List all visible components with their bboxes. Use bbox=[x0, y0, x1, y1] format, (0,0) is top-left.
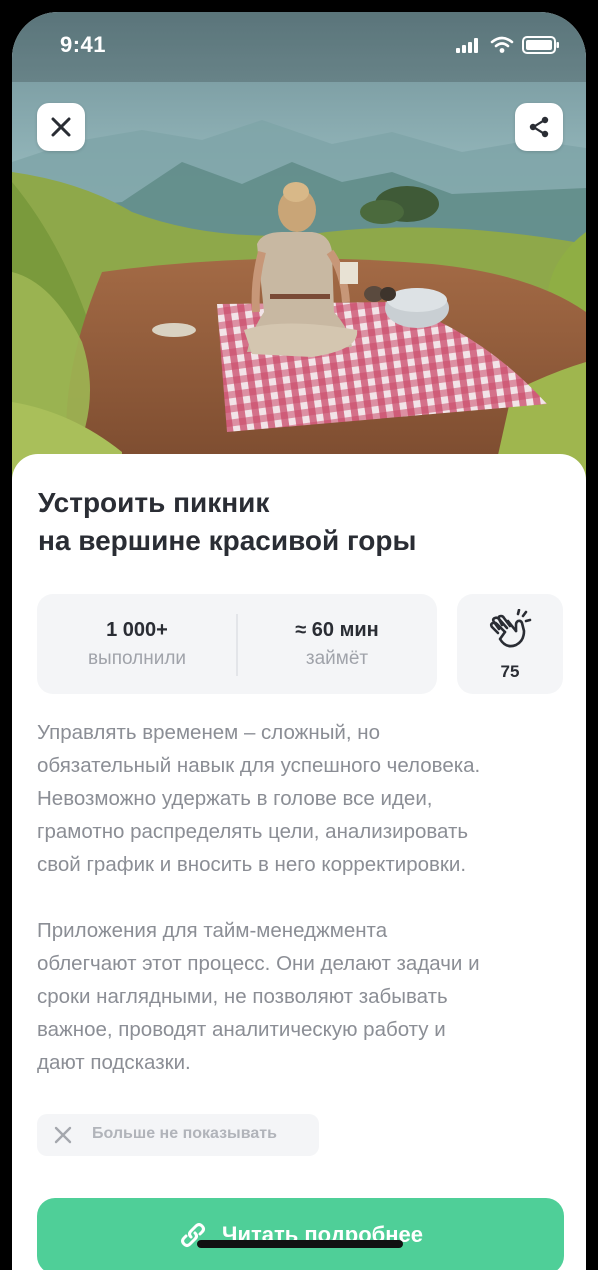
description-line: Приложения для тайм-менеджмента bbox=[37, 919, 388, 942]
claps-button[interactable]: 75 bbox=[457, 594, 563, 694]
description-line: сроки наглядными, не позволяют забывать bbox=[37, 985, 448, 1008]
status-icons bbox=[456, 36, 560, 54]
share-icon bbox=[529, 116, 549, 138]
stat-value: ≈ 60 мин bbox=[295, 619, 379, 641]
stat-value: 1 000+ bbox=[106, 619, 168, 641]
stats-panel: 1 000+ выполнили ≈ 60 мин займёт bbox=[37, 594, 437, 694]
description-line: свой график и вносить в него корректиров… bbox=[37, 853, 467, 876]
signal-icon bbox=[456, 38, 478, 53]
description-line: Управлять временем – сложный, но bbox=[37, 721, 380, 744]
dont-show-again-label: Больше не показывать bbox=[92, 1125, 277, 1142]
description: Управлять временем – сложный, но обязате… bbox=[37, 716, 567, 1079]
description-line: грамотно распределять цели, анализироват… bbox=[37, 820, 469, 843]
share-button[interactable] bbox=[515, 103, 563, 151]
close-button[interactable] bbox=[37, 103, 85, 151]
card-title-line: на вершине красивой горы bbox=[38, 525, 417, 556]
claps-count: 75 bbox=[500, 662, 520, 681]
wifi-icon bbox=[490, 36, 514, 53]
hero-image bbox=[12, 12, 586, 482]
description-line: Невозможно удержать в голове все идеи, bbox=[37, 787, 433, 810]
stat-completed: 1 000+ выполнили bbox=[37, 618, 237, 670]
status-time: 9:41 bbox=[60, 32, 107, 57]
read-more-button[interactable]: Читать подробнее bbox=[37, 1198, 564, 1270]
description-line: важное, проводят аналитическую работу и bbox=[37, 1018, 446, 1041]
phone-frame: 9:41 Устроить пикник на вершине красивой… bbox=[0, 0, 598, 1270]
status-bar: 9:41 bbox=[12, 12, 586, 76]
battery-icon bbox=[522, 36, 559, 54]
screen: 9:41 Устроить пикник на вершине красивой… bbox=[12, 12, 586, 1270]
content-card: Устроить пикник на вершине красивой горы… bbox=[12, 454, 586, 1270]
stat-label: займёт bbox=[305, 648, 369, 669]
close-icon bbox=[51, 117, 71, 137]
description-line: дают подсказки. bbox=[37, 1051, 191, 1074]
stat-label: выполнили bbox=[87, 648, 187, 669]
clapping-hands-icon bbox=[489, 609, 532, 648]
card-title: Устроить пикник на вершине красивой горы bbox=[38, 484, 558, 560]
card-title-line: Устроить пикник bbox=[38, 487, 270, 518]
description-line: облегчают этот процесс. Они делают задач… bbox=[37, 952, 480, 975]
close-icon bbox=[54, 1126, 72, 1144]
stat-duration: ≈ 60 мин займёт bbox=[237, 618, 437, 670]
home-indicator bbox=[197, 1240, 403, 1248]
description-line: обязательный навык для успешного человек… bbox=[37, 754, 481, 777]
dont-show-again-button[interactable]: Больше не показывать bbox=[37, 1114, 319, 1156]
